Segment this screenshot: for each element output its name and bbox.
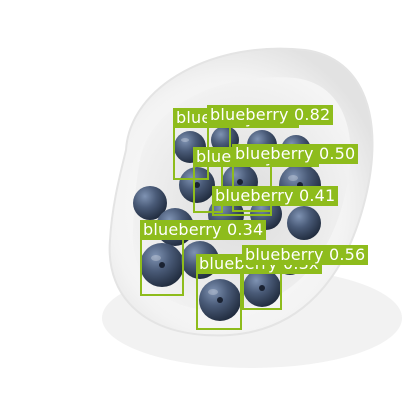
detection-image: blueberry 0.3x blueberry 0.82 blueberry … bbox=[0, 0, 416, 416]
detection-label: blueberry 0.82 bbox=[207, 105, 334, 125]
detection-label: blueberry 0.41 bbox=[212, 186, 339, 206]
detection-label: blueberry 0.50 bbox=[232, 144, 359, 164]
detection-box bbox=[140, 238, 184, 296]
detection-label: blueberry 0.56 bbox=[242, 245, 369, 265]
detection-box bbox=[196, 272, 242, 330]
detection-label: blueberry 0.34 bbox=[140, 220, 267, 240]
